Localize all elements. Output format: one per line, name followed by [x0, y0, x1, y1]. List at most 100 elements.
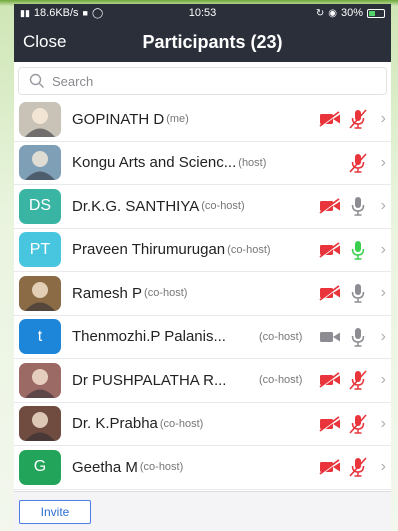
search-placeholder: Search: [52, 73, 94, 89]
chevron-right-icon[interactable]: ›: [381, 197, 386, 215]
participant-row[interactable]: GOPINATH D (me) ›: [14, 98, 391, 142]
video-icon: [319, 152, 341, 174]
mic-icon: [347, 282, 369, 304]
page-title: Participants (23): [142, 31, 283, 52]
avatar-initials: PT: [29, 240, 51, 258]
search-icon: [29, 73, 44, 88]
participant-role: (co-host): [259, 374, 303, 386]
video-icon: [319, 326, 341, 348]
video-off-icon: [319, 282, 341, 304]
person-photo-icon: [25, 281, 55, 311]
chevron-right-icon[interactable]: ›: [381, 415, 386, 433]
phone-screen: ▮▮ 18.6KB/s ■ ◯ 10:53 ↻ ◉ 30% Close Part…: [14, 4, 391, 531]
avatar: G: [19, 449, 61, 485]
participant-status-icons: ›: [319, 446, 386, 489]
participant-role: (co-host): [227, 243, 271, 256]
participant-name: Dr. K.Prabha: [72, 415, 158, 433]
avatar: t: [19, 319, 61, 355]
chevron-right-icon[interactable]: ›: [381, 458, 386, 476]
participants-list: GOPINATH D (me) › Kongu Arts and Scienc..…: [14, 98, 391, 490]
network-speed: 18.6KB/s: [33, 7, 79, 19]
chevron-right-icon[interactable]: ›: [381, 241, 386, 259]
participant-name: GOPINATH D: [72, 110, 165, 128]
mic-muted-icon: [347, 108, 369, 130]
battery-percent: 30%: [340, 7, 363, 19]
chevron-right-icon[interactable]: ›: [381, 328, 386, 346]
battery-icon: [367, 8, 385, 18]
video-off-icon: [319, 456, 341, 478]
participant-role: (co-host): [144, 287, 188, 300]
participant-status-icons: ›: [319, 272, 386, 315]
video-off-icon: [319, 369, 341, 391]
video-recorder-icon: ■: [82, 8, 88, 18]
video-off-icon: [319, 413, 341, 435]
participant-name: Thenmozhi.P Palanis...: [72, 328, 226, 346]
participant-status-icons: ›: [319, 403, 386, 446]
search-wrap: Search: [14, 62, 391, 98]
person-photo-icon: [25, 107, 55, 137]
participant-role: (co-host): [259, 330, 303, 343]
participant-role: (co-host): [139, 461, 184, 474]
avatar: [19, 101, 61, 137]
video-off-icon: [319, 239, 341, 261]
participant-status-icons: ›: [319, 98, 386, 141]
participant-role: (co-host): [159, 417, 204, 430]
eye-icon: ◉: [328, 7, 337, 19]
participant-name: Geetha M: [72, 458, 138, 476]
participant-status-icons: ›: [319, 359, 386, 402]
participant-row[interactable]: t Thenmozhi.P Palanis... (co-host) ›: [14, 315, 391, 359]
avatar: DS: [19, 188, 61, 224]
mic-speaking-icon: [347, 239, 369, 261]
participant-row[interactable]: DS Dr.K.G. SANTHIYA (co-host) ›: [14, 185, 391, 229]
mic-icon: [347, 326, 369, 348]
search-input[interactable]: Search: [18, 67, 387, 95]
footer-bar: Invite: [14, 491, 391, 531]
participant-name: Dr.K.G. SANTHIYA: [72, 197, 200, 215]
participant-row[interactable]: Ramesh P (co-host) ›: [14, 272, 391, 316]
person-photo-icon: [25, 412, 55, 442]
chevron-right-icon[interactable]: ›: [381, 284, 386, 302]
participant-row[interactable]: Dr. K.Prabha (co-host) ›: [14, 402, 391, 446]
participant-name: Dr PUSHPALATHA R...: [72, 371, 227, 389]
avatar-initials: DS: [28, 197, 52, 215]
participant-row[interactable]: Kongu Arts and Scienc... (host) ›: [14, 141, 391, 185]
person-photo-icon: [25, 151, 55, 181]
chevron-right-icon[interactable]: ›: [381, 371, 386, 389]
status-left: ▮▮ 18.6KB/s ■ ◯: [20, 7, 103, 19]
signal-icon: ▮▮: [20, 7, 30, 18]
mic-muted-icon: [347, 369, 369, 391]
participant-status-icons: ›: [319, 229, 386, 272]
chevron-right-icon[interactable]: ›: [381, 110, 386, 128]
avatar: PT: [19, 232, 61, 268]
participant-role: (me): [166, 113, 189, 126]
avatar: [19, 406, 61, 442]
invite-button[interactable]: Invite: [19, 499, 91, 524]
status-bar: ▮▮ 18.6KB/s ■ ◯ 10:53 ↻ ◉ 30%: [14, 4, 391, 22]
participant-role: (co-host): [201, 200, 245, 213]
participant-name: Kongu Arts and Scienc...: [72, 154, 237, 172]
whatsapp-icon: ◯: [91, 7, 104, 19]
participant-name: Ramesh P: [72, 284, 143, 302]
video-off-icon: [319, 108, 341, 130]
participant-status-icons: ›: [319, 142, 386, 185]
participant-name: Praveen Thirumurugan: [72, 241, 226, 259]
participant-role: (host): [238, 156, 267, 169]
participant-row[interactable]: G Geetha M (co-host) ›: [14, 446, 391, 490]
sync-icon: ↻: [315, 7, 325, 19]
participants-header: Close Participants (23): [14, 22, 391, 62]
avatar: [19, 275, 61, 311]
participant-status-icons: ›: [319, 316, 386, 359]
avatar-initials: G: [33, 458, 47, 476]
close-button[interactable]: Close: [23, 32, 66, 52]
avatar-initials: t: [37, 327, 43, 345]
mic-muted-icon: [347, 152, 369, 174]
participant-row[interactable]: PT Praveen Thirumurugan (co-host) ›: [14, 228, 391, 272]
mic-muted-icon: [347, 456, 369, 478]
video-off-icon: [319, 195, 341, 217]
avatar: [19, 145, 61, 181]
participant-row[interactable]: Dr PUSHPALATHA R... (co-host) ›: [14, 359, 391, 403]
chevron-right-icon[interactable]: ›: [381, 154, 386, 172]
person-photo-icon: [25, 368, 55, 398]
status-right: ↻ ◉ 30%: [316, 7, 385, 19]
mic-icon: [347, 195, 369, 217]
